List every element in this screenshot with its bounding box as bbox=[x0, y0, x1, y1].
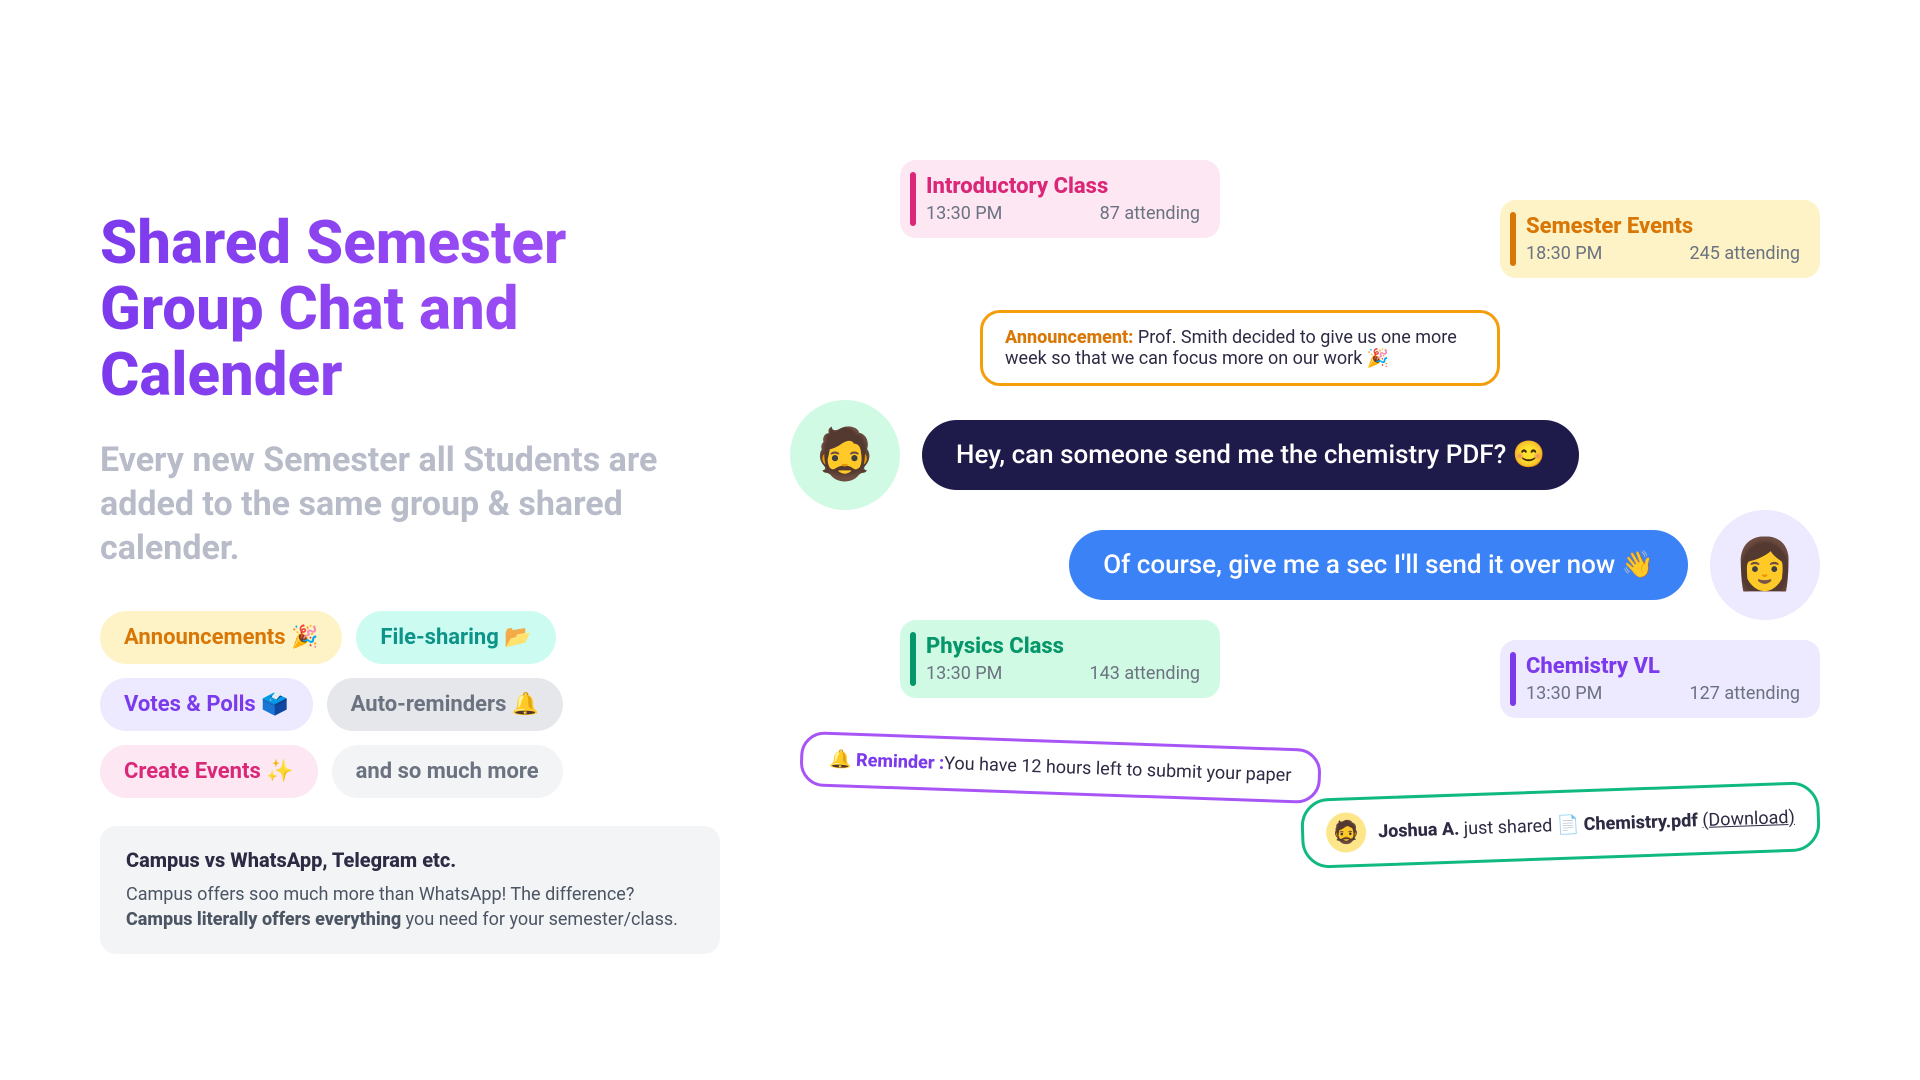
event-title: Introductory Class bbox=[926, 174, 1200, 199]
feature-tag: Create Events ✨ bbox=[100, 745, 318, 798]
event-card-chemistry[interactable]: Chemistry VL 13:30 PM127 attending bbox=[1500, 640, 1820, 718]
compare-body: Campus offers soo much more than WhatsAp… bbox=[126, 882, 694, 932]
announcement-bubble: Announcement: Prof. Smith decided to giv… bbox=[980, 310, 1500, 386]
chat-bubble: Of course, give me a sec I'll send it ov… bbox=[1069, 530, 1688, 600]
feature-tag: Announcements 🎉 bbox=[100, 611, 342, 664]
event-title: Physics Class bbox=[926, 634, 1200, 659]
feature-tag: Votes & Polls 🗳️ bbox=[100, 678, 313, 731]
announcement-label: Announcement: bbox=[1005, 327, 1133, 348]
event-title: Semester Events bbox=[1526, 214, 1800, 239]
avatar-male: 🧔 bbox=[790, 400, 900, 510]
file-share-bubble: 🧔 Joshua A. just shared 📄 Chemistry.pdf … bbox=[1300, 781, 1821, 869]
chat-bubble: Hey, can someone send me the chemistry P… bbox=[922, 420, 1579, 490]
share-user: Joshua A. bbox=[1378, 818, 1460, 842]
avatar-mini: 🧔 bbox=[1326, 812, 1367, 853]
page-subheadline: Every new Semester all Students are adde… bbox=[100, 438, 720, 571]
reminder-bubble: 🔔 Reminder :You have 12 hours left to su… bbox=[799, 731, 1321, 804]
event-title: Chemistry VL bbox=[1526, 654, 1800, 679]
feature-tag-list: Announcements 🎉 File-sharing 📂 Votes & Pol… bbox=[100, 611, 720, 798]
download-link[interactable]: (Download) bbox=[1702, 806, 1795, 830]
feature-tag: and so much more bbox=[332, 745, 563, 798]
bell-icon: 🔔 bbox=[829, 749, 852, 771]
compare-card: Campus vs WhatsApp, Telegram etc. Campus… bbox=[100, 826, 720, 954]
compare-title: Campus vs WhatsApp, Telegram etc. bbox=[126, 848, 694, 872]
avatar-female: 👩 bbox=[1710, 510, 1820, 620]
feature-tag: File-sharing 📂 bbox=[356, 611, 555, 664]
reminder-label: Reminder : bbox=[856, 750, 945, 774]
chat-message-outgoing: 👩 Of course, give me a sec I'll send it … bbox=[1069, 510, 1820, 620]
event-card-semester[interactable]: Semester Events 18:30 PM245 attending bbox=[1500, 200, 1820, 278]
event-card-introductory[interactable]: Introductory Class 13:30 PM87 attending bbox=[900, 160, 1220, 238]
file-icon: 📄 bbox=[1556, 814, 1584, 836]
event-card-physics[interactable]: Physics Class 13:30 PM143 attending bbox=[900, 620, 1220, 698]
feature-tag: Auto-reminders 🔔 bbox=[327, 678, 564, 731]
share-filename: Chemistry.pdf bbox=[1583, 810, 1698, 835]
page-headline: Shared Semester Group Chat and Calender bbox=[100, 210, 720, 408]
chat-message-incoming: 🧔 Hey, can someone send me the chemistry… bbox=[790, 400, 1579, 510]
